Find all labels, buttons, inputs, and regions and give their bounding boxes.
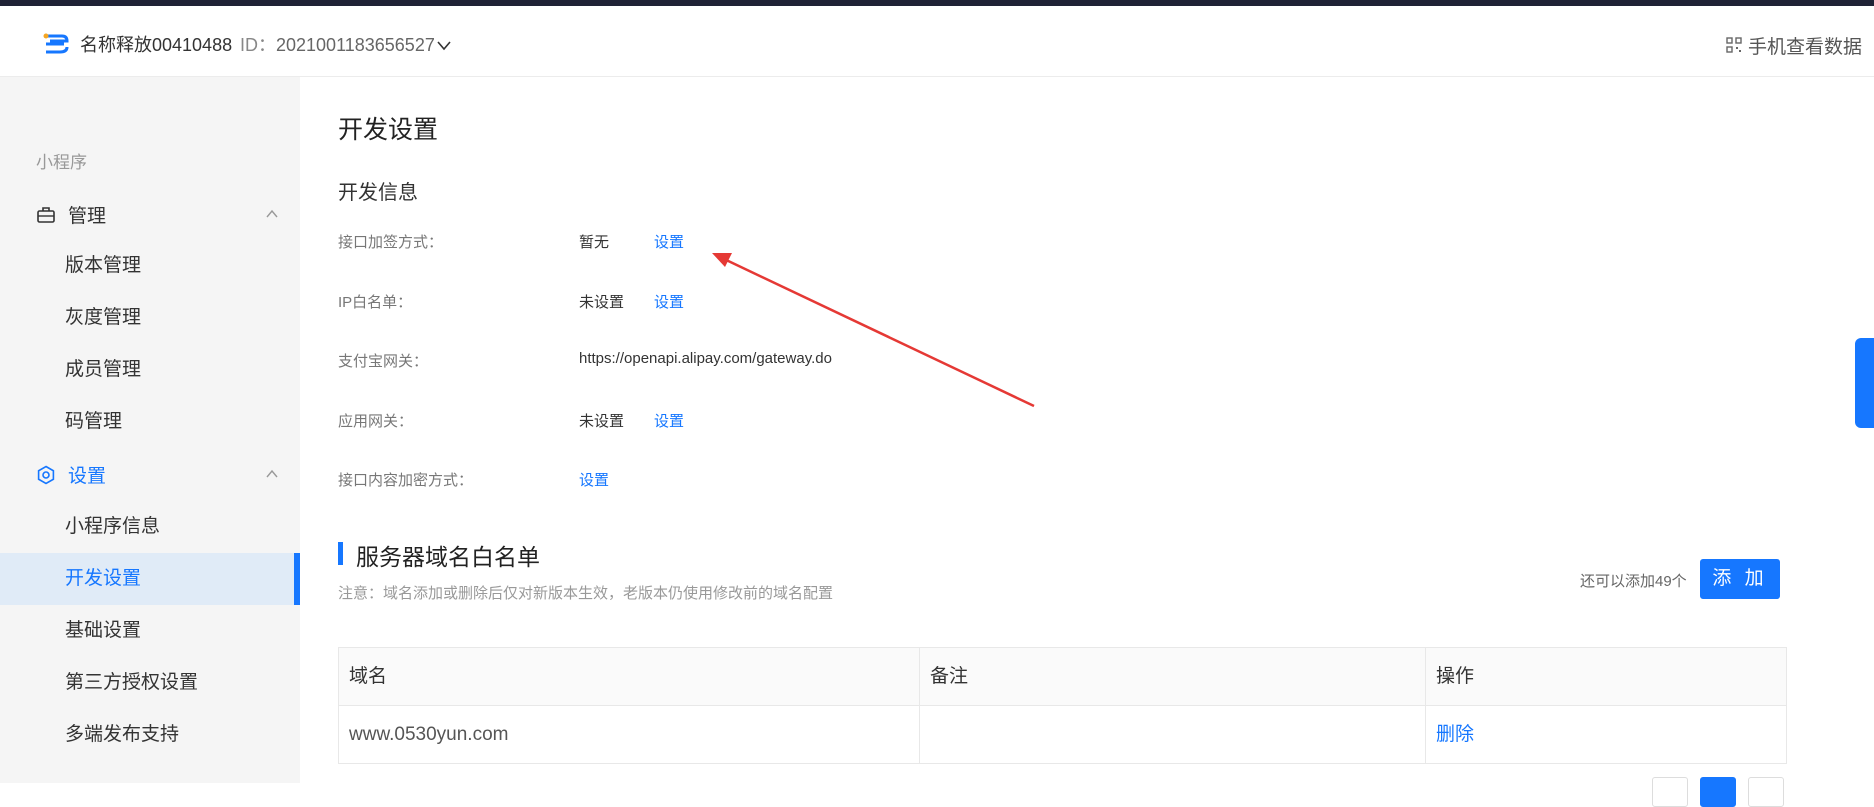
app-logo-icon	[43, 33, 69, 54]
ip-whitelist-label: IP白名单：	[338, 294, 413, 311]
sidebar-group-label: 管理	[68, 206, 107, 227]
column-header-action: 操作	[1436, 666, 1475, 687]
sidebar-item-dev-settings[interactable]: 开发设置	[0, 553, 300, 605]
gear-icon	[37, 465, 55, 484]
chevron-down-icon[interactable]	[436, 37, 452, 53]
whitelist-remaining: 还可以添加49个	[1580, 573, 1687, 590]
qrcode-icon	[1726, 37, 1742, 53]
remark-cell	[920, 706, 1426, 763]
sidebar-item-gray[interactable]: 灰度管理	[0, 292, 300, 344]
sign-method-value: 暂无	[579, 234, 610, 251]
whitelist-title: 服务器域名白名单	[356, 544, 540, 570]
mobile-view-label: 手机查看数据	[1747, 36, 1862, 58]
dev-info-title: 开发信息	[338, 182, 418, 204]
column-header-domain: 域名	[339, 648, 920, 705]
app-header: 名称释放00410488 ID：2021001183656527 手机查看数据	[0, 6, 1874, 77]
action-cell: 删除	[1426, 706, 1786, 763]
sidebar-group-label: 设置	[68, 466, 107, 487]
gateway-value: https://openapi.alipay.com/gateway.do	[579, 350, 832, 367]
floating-help-tab[interactable]	[1855, 338, 1874, 428]
chevron-up-icon[interactable]	[264, 466, 280, 482]
page-title: 开发设置	[338, 116, 439, 144]
table-header: 域名 备注 操作	[339, 648, 1786, 706]
sidebar-item-basic[interactable]: 基础设置	[0, 605, 300, 657]
app-gateway-set-link[interactable]: 设置	[654, 410, 684, 431]
app-id-value: 2021001183656527	[276, 35, 435, 55]
app-gateway-label: 应用网关：	[338, 413, 414, 430]
app-name: 名称释放00410488	[80, 35, 233, 55]
domain-cell: www.0530yun.com	[339, 706, 920, 763]
column-header-remark: 备注	[920, 648, 1426, 705]
app-gateway-value: 未设置	[579, 413, 625, 430]
gateway-label: 支付宝网关：	[338, 353, 429, 370]
sidebar-section-title: 小程序	[36, 153, 87, 172]
sidebar-item-version[interactable]: 版本管理	[0, 240, 300, 292]
chevron-up-icon[interactable]	[264, 206, 280, 222]
sidebar-item-members[interactable]: 成员管理	[0, 344, 300, 396]
mobile-view-link[interactable]: 手机查看数据	[1726, 30, 1862, 60]
app-id-label: ID：	[240, 35, 276, 55]
sidebar-item-codes[interactable]: 码管理	[0, 396, 300, 448]
sidebar-item-third-party[interactable]: 第三方授权设置	[0, 657, 300, 709]
ip-whitelist-value: 未设置	[579, 294, 625, 311]
sidebar-group-settings[interactable]: 设置	[36, 461, 106, 488]
pagination-page[interactable]	[1700, 777, 1736, 807]
delete-link[interactable]: 删除	[1436, 724, 1474, 745]
domain-table: 域名 备注 操作 www.0530yun.com 删除	[338, 647, 1787, 764]
sign-method-label: 接口加签方式：	[338, 234, 444, 251]
table-row: www.0530yun.com 删除	[339, 706, 1786, 764]
sign-method-set-link[interactable]: 设置	[654, 231, 684, 252]
section-marker	[338, 542, 343, 565]
whitelist-note: 注意：域名添加或删除后仅对新版本生效，老版本仍使用修改前的域名配置	[338, 585, 834, 602]
sidebar-item-app-info[interactable]: 小程序信息	[0, 501, 300, 553]
app-id: ID：2021001183656527	[240, 30, 435, 60]
pagination-prev[interactable]	[1652, 777, 1688, 807]
main-content: 开发设置 开发信息 接口加签方式： 暂无 设置 IP白名单： 未设置 设置 支付…	[300, 77, 1874, 807]
briefcase-icon	[37, 206, 55, 223]
sidebar-item-multi-publish[interactable]: 多端发布支持	[0, 709, 300, 761]
encrypt-method-set-link[interactable]: 设置	[579, 469, 609, 490]
sidebar-group-manage[interactable]: 管理	[36, 201, 106, 228]
sidebar: 小程序 管理 版本管理 灰度管理 成员管理 码管理 设置 小程序信息 开发设置 …	[0, 77, 300, 783]
encrypt-method-label: 接口内容加密方式：	[338, 472, 474, 489]
ip-whitelist-set-link[interactable]: 设置	[654, 291, 684, 312]
add-domain-button[interactable]: 添 加	[1700, 559, 1780, 599]
pagination-next[interactable]	[1748, 777, 1784, 807]
